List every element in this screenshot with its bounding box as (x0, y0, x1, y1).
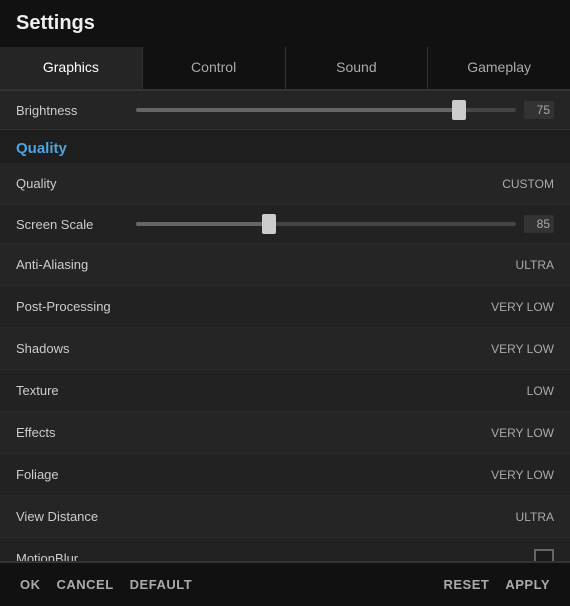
brightness-row: Brightness 75 (0, 91, 570, 130)
quality-label: Quality (16, 176, 474, 191)
setting-row-view-distance[interactable]: View DistanceULTRA (0, 496, 570, 538)
setting-label: Post-Processing (16, 299, 474, 314)
brightness-slider-track[interactable] (136, 108, 516, 112)
setting-value: VERY LOW (474, 468, 554, 482)
screen-scale-label: Screen Scale (16, 217, 136, 232)
setting-row-motionblur[interactable]: MotionBlur (0, 538, 570, 561)
tab-sound[interactable]: Sound (286, 47, 429, 89)
setting-value: VERY LOW (474, 342, 554, 356)
setting-row-texture[interactable]: TextureLOW (0, 370, 570, 412)
setting-label: Foliage (16, 467, 474, 482)
tab-control[interactable]: Control (143, 47, 286, 89)
tab-graphics[interactable]: Graphics (0, 47, 143, 89)
setting-row-anti-aliasing[interactable]: Anti-AliasingULTRA (0, 244, 570, 286)
setting-value: VERY LOW (474, 300, 554, 314)
tab-bar: Graphics Control Sound Gameplay (0, 47, 570, 91)
screen-scale-slider-track[interactable] (136, 222, 516, 226)
reset-button[interactable]: RESET (444, 577, 490, 592)
setting-value: LOW (474, 384, 554, 398)
brightness-label: Brightness (16, 103, 136, 118)
screen-scale-row: Screen Scale 85 (0, 205, 570, 244)
screen-scale-slider-container: 85 (136, 215, 554, 233)
setting-label: Texture (16, 383, 474, 398)
setting-label: Anti-Aliasing (16, 257, 474, 272)
setting-row-effects[interactable]: EffectsVERY LOW (0, 412, 570, 454)
footer-right-actions: RESET APPLY (444, 577, 551, 592)
setting-row-shadows[interactable]: ShadowsVERY LOW (0, 328, 570, 370)
quality-section-header: Quality (0, 130, 570, 163)
brightness-value: 75 (524, 101, 554, 119)
quality-row[interactable]: Quality CUSTOM (0, 163, 570, 205)
setting-label: Shadows (16, 341, 474, 356)
screen-scale-slider-thumb[interactable] (262, 214, 276, 234)
checkbox-motionblur[interactable] (534, 549, 554, 562)
settings-content: Brightness 75 Quality Quality CUSTOM Scr… (0, 91, 570, 561)
setting-label: Effects (16, 425, 474, 440)
brightness-slider-container: 75 (136, 101, 554, 119)
setting-value: ULTRA (474, 510, 554, 524)
setting-rows-container: Anti-AliasingULTRAPost-ProcessingVERY LO… (0, 244, 570, 561)
setting-row-foliage[interactable]: FoliageVERY LOW (0, 454, 570, 496)
setting-label: View Distance (16, 509, 474, 524)
checkbox-container (474, 549, 554, 562)
setting-value: VERY LOW (474, 426, 554, 440)
screen-scale-value: 85 (524, 215, 554, 233)
setting-row-post-processing[interactable]: Post-ProcessingVERY LOW (0, 286, 570, 328)
screen-scale-slider-fill (136, 222, 269, 226)
footer: OK CANCEL DEFAULT RESET APPLY (0, 561, 570, 606)
brightness-slider-thumb[interactable] (452, 100, 466, 120)
setting-value: ULTRA (474, 258, 554, 272)
default-button[interactable]: DEFAULT (130, 577, 192, 592)
title-bar: Settings (0, 0, 570, 47)
window-title: Settings (16, 12, 95, 34)
footer-left-actions: OK CANCEL DEFAULT (20, 577, 192, 592)
settings-window: Settings Graphics Control Sound Gameplay… (0, 0, 570, 606)
ok-button[interactable]: OK (20, 577, 41, 592)
cancel-button[interactable]: CANCEL (57, 577, 114, 592)
brightness-slider-fill (136, 108, 459, 112)
tab-gameplay[interactable]: Gameplay (428, 47, 570, 89)
setting-label: MotionBlur (16, 551, 474, 561)
apply-button[interactable]: APPLY (505, 577, 550, 592)
quality-value: CUSTOM (474, 177, 554, 191)
